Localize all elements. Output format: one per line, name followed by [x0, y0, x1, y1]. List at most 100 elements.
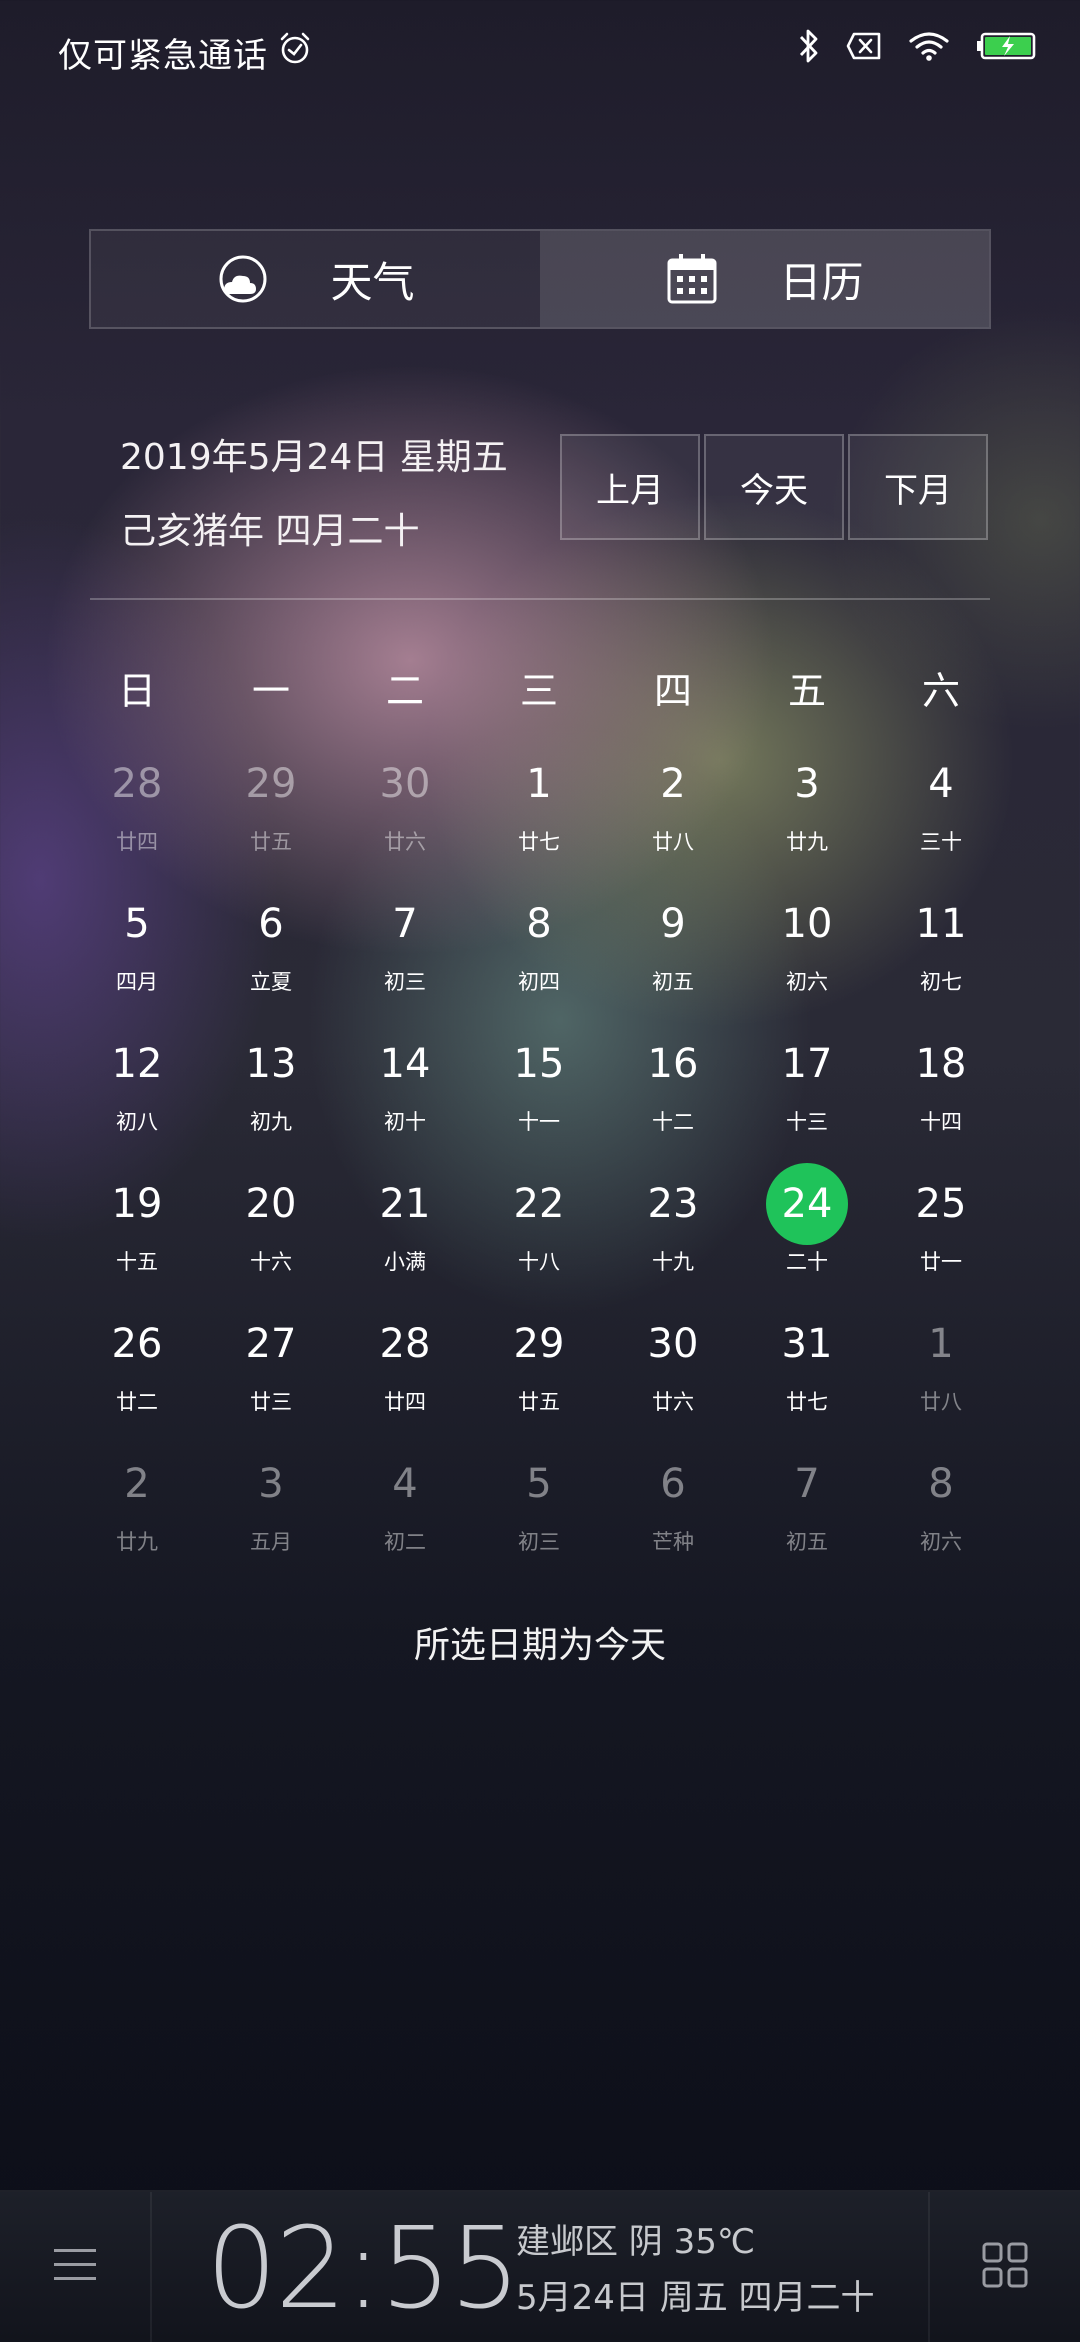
day-number: 6 [258, 901, 284, 947]
calendar-day[interactable]: 16 十二 [606, 1032, 740, 1172]
emergency-only-text: 仅可紧急通话 [58, 36, 268, 76]
calendar-day[interactable]: 7 初五 [740, 1452, 874, 1592]
day-number: 13 [245, 1041, 297, 1087]
lunar-day: 廿五 [250, 830, 292, 854]
calendar-day[interactable]: 13 初九 [204, 1032, 338, 1172]
lunar-day: 五月 [250, 1530, 292, 1554]
month-nav: 上月 今天 下月 [560, 434, 988, 540]
lunar-day: 廿九 [116, 1530, 158, 1554]
calendar-day[interactable]: 12 初八 [70, 1032, 204, 1172]
selected-date-message: 所选日期为今天 [413, 1625, 666, 1666]
calendar-day[interactable]: 1 廿七 [472, 752, 606, 892]
calendar-day[interactable]: 5 初三 [472, 1452, 606, 1592]
calendar-day[interactable]: 1 廿八 [874, 1312, 1008, 1452]
day-number: 10 [781, 901, 833, 947]
day-number: 6 [660, 1461, 686, 1507]
calendar-day[interactable]: 29 廿五 [204, 752, 338, 892]
lunar-day: 初三 [518, 1530, 560, 1554]
weekday-label: 日 [117, 669, 156, 713]
lunar-day: 廿一 [920, 1250, 962, 1274]
calendar-day[interactable]: 3 五月 [204, 1452, 338, 1592]
day-number: 11 [915, 901, 967, 947]
calendar-day[interactable]: 31 廿七 [740, 1312, 874, 1452]
menu-button[interactable] [0, 2192, 152, 2342]
calendar-day[interactable]: 21 小满 [338, 1172, 472, 1312]
day-number: 3 [258, 1461, 284, 1507]
lunar-day: 廿七 [518, 830, 560, 854]
calendar-day[interactable]: 22 十八 [472, 1172, 606, 1312]
day-number: 5 [124, 901, 150, 947]
apps-grid-icon [981, 2241, 1029, 2293]
lunar-day: 廿八 [920, 1390, 962, 1414]
solar-date: 2019年5月24日 星期五 [120, 437, 508, 478]
prev-month-button[interactable]: 上月 [560, 434, 700, 540]
calendar-day[interactable]: 25 廿一 [874, 1172, 1008, 1312]
calendar-day[interactable]: 28 廿四 [338, 1312, 472, 1452]
calendar-day-today[interactable]: 24 二十 [740, 1163, 874, 1312]
lunar-day: 十九 [652, 1250, 694, 1274]
weekday-label: 三 [519, 669, 558, 713]
calendar-day[interactable]: 18 十四 [874, 1032, 1008, 1172]
calendar-day[interactable]: 2 廿八 [606, 752, 740, 892]
calendar-day[interactable]: 26 廿二 [70, 1312, 204, 1452]
lunar-day: 廿三 [250, 1390, 292, 1414]
day-number: 29 [245, 761, 297, 807]
day-number: 30 [379, 761, 431, 807]
calendar-day[interactable]: 3 廿九 [740, 752, 874, 892]
day-number: 3 [794, 761, 820, 807]
calendar-day[interactable]: 10 初六 [740, 892, 874, 1032]
calendar-day[interactable]: 7 初三 [338, 892, 472, 1032]
today-button[interactable]: 今天 [704, 434, 844, 540]
calendar-day[interactable]: 29 廿五 [472, 1312, 606, 1452]
lunar-day: 初六 [920, 1530, 962, 1554]
lunar-day: 十二 [652, 1110, 694, 1134]
calendar-day[interactable]: 15 十一 [472, 1032, 606, 1172]
day-number: 4 [392, 1461, 418, 1507]
dock-date: 5月24日 周五 四月二十 [516, 2278, 875, 2318]
weekday-header: 日 一 二 三 四 五 六 [70, 660, 1010, 715]
calendar-day[interactable]: 6 立夏 [204, 892, 338, 1032]
day-number: 15 [513, 1041, 565, 1087]
mode-tabs: 天气 日历 [89, 229, 991, 329]
lunar-day: 初九 [250, 1110, 292, 1134]
lunar-day: 初四 [518, 970, 560, 994]
calendar-day[interactable]: 17 十三 [740, 1032, 874, 1172]
calendar-day[interactable]: 4 初二 [338, 1452, 472, 1592]
day-number: 29 [513, 1321, 565, 1367]
status-icons [798, 28, 1040, 64]
calendar-day[interactable]: 5 四月 [70, 892, 204, 1032]
day-number: 7 [794, 1461, 820, 1507]
calendar-day[interactable]: 27 廿三 [204, 1312, 338, 1452]
calendar-day[interactable]: 4 三十 [874, 752, 1008, 892]
day-number: 8 [526, 901, 552, 947]
day-number: 22 [513, 1181, 565, 1227]
tab-weather-label: 天气 [330, 257, 415, 307]
calendar-day[interactable]: 9 初五 [606, 892, 740, 1032]
alarm-icon [278, 31, 312, 74]
day-number: 17 [781, 1041, 833, 1087]
calendar-day[interactable]: 6 芒种 [606, 1452, 740, 1592]
calendar-day[interactable]: 14 初十 [338, 1032, 472, 1172]
calendar-day[interactable]: 23 十九 [606, 1172, 740, 1312]
day-number: 1 [526, 761, 552, 807]
calendar-day[interactable]: 8 初四 [472, 892, 606, 1032]
divider [90, 598, 990, 600]
calendar-day[interactable]: 30 廿六 [338, 752, 472, 892]
day-number: 26 [111, 1321, 163, 1367]
day-number: 9 [660, 901, 686, 947]
calendar-day[interactable]: 28 廿四 [70, 752, 204, 892]
tab-calendar[interactable]: 日历 [540, 231, 989, 327]
day-number: 5 [526, 1461, 552, 1507]
lunar-day: 十八 [518, 1250, 560, 1274]
calendar-day[interactable]: 11 初七 [874, 892, 1008, 1032]
calendar-day[interactable]: 8 初六 [874, 1452, 1008, 1592]
next-month-button[interactable]: 下月 [848, 434, 988, 540]
apps-button[interactable] [928, 2192, 1080, 2342]
calendar-day[interactable]: 30 廿六 [606, 1312, 740, 1452]
tab-weather[interactable]: 天气 [91, 231, 540, 327]
calendar-day[interactable]: 2 廿九 [70, 1452, 204, 1592]
calendar-day[interactable]: 20 十六 [204, 1172, 338, 1312]
lunar-day: 芒种 [652, 1530, 694, 1554]
calendar-day[interactable]: 19 十五 [70, 1172, 204, 1312]
lunar-day: 初三 [384, 970, 426, 994]
